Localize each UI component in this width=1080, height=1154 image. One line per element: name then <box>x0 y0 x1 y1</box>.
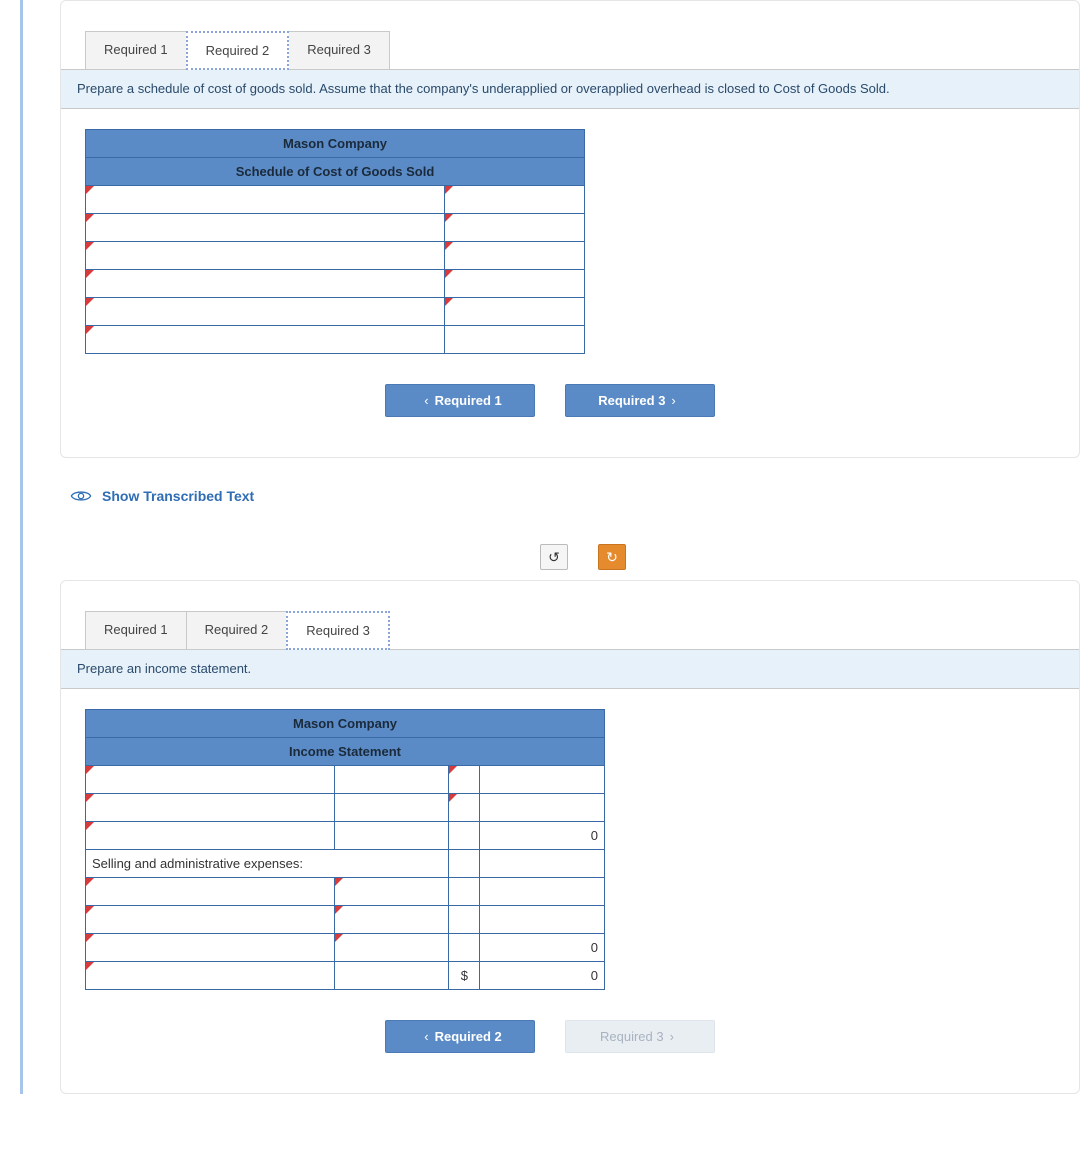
chevron-left-icon: ‹ <box>418 1029 434 1044</box>
nav-row-2: ‹Required 2 Required 3› <box>85 1020 1079 1053</box>
income-sym-cell[interactable] <box>449 794 480 822</box>
income-value-cell[interactable] <box>480 906 605 934</box>
income-value-cell[interactable] <box>480 766 605 794</box>
income-label-cell[interactable] <box>86 822 335 850</box>
eye-icon <box>70 489 92 503</box>
expenses-label: Selling and administrative expenses: <box>86 850 449 878</box>
income-table: Mason Company Income Statement 0 Selling… <box>85 709 605 990</box>
cogs-label-cell[interactable] <box>86 270 445 298</box>
panel-required-2: Required 1 Required 2 Required 3 Prepare… <box>60 0 1080 458</box>
income-mid-cell[interactable] <box>335 822 449 850</box>
transcribed-text-row: Show Transcribed Text <box>70 488 1080 504</box>
income-label-cell[interactable] <box>86 906 335 934</box>
next-button[interactable]: Required 3› <box>565 384 715 417</box>
income-label-cell[interactable] <box>86 962 335 990</box>
currency-symbol: $ <box>449 962 480 990</box>
redo-button[interactable]: ↻ <box>598 544 626 570</box>
cogs-value-cell[interactable] <box>445 242 585 270</box>
income-value-cell[interactable] <box>480 794 605 822</box>
chevron-right-icon: › <box>665 393 681 408</box>
panel-required-3: Required 1 Required 2 Required 3 Prepare… <box>60 580 1080 1094</box>
statement-header: Income Statement <box>86 738 605 766</box>
undo-icon: ↺ <box>548 549 560 566</box>
cogs-value-cell[interactable] <box>445 326 585 354</box>
prev-button[interactable]: ‹Required 1 <box>385 384 535 417</box>
income-value-cell[interactable] <box>480 878 605 906</box>
cogs-value-cell[interactable] <box>445 298 585 326</box>
income-label-cell[interactable] <box>86 794 335 822</box>
income-value-cell[interactable] <box>480 850 605 878</box>
tab-required-2[interactable]: Required 2 <box>186 31 290 70</box>
cogs-label-cell[interactable] <box>86 242 445 270</box>
cogs-label-cell[interactable] <box>86 214 445 242</box>
tab-required-2[interactable]: Required 2 <box>186 611 288 650</box>
income-value-cell[interactable]: 0 <box>480 822 605 850</box>
cogs-value-cell[interactable] <box>445 214 585 242</box>
next-button-disabled: Required 3› <box>565 1020 715 1053</box>
income-total-cell[interactable]: 0 <box>480 962 605 990</box>
tab-required-3[interactable]: Required 3 <box>286 611 390 650</box>
nav-row-1: ‹Required 1 Required 3› <box>85 384 1079 417</box>
chevron-right-icon: › <box>664 1029 680 1044</box>
income-sym-cell <box>449 906 480 934</box>
prev-button[interactable]: ‹Required 2 <box>385 1020 535 1053</box>
income-mid-cell[interactable] <box>335 934 449 962</box>
tab-row-1: Required 1 Required 2 Required 3 <box>85 31 1079 70</box>
income-mid-cell[interactable] <box>335 878 449 906</box>
chevron-left-icon: ‹ <box>418 393 434 408</box>
instruction-text-1: Prepare a schedule of cost of goods sold… <box>61 69 1079 109</box>
redo-icon: ↻ <box>606 549 618 566</box>
tab-required-1[interactable]: Required 1 <box>85 31 187 70</box>
income-sym-cell <box>449 850 480 878</box>
cogs-label-cell[interactable] <box>86 298 445 326</box>
schedule-header: Schedule of Cost of Goods Sold <box>86 158 585 186</box>
cogs-value-cell[interactable] <box>445 186 585 214</box>
company-header: Mason Company <box>86 710 605 738</box>
tab-row-2: Required 1 Required 2 Required 3 <box>85 611 1079 650</box>
income-mid-cell[interactable] <box>335 794 449 822</box>
income-value-cell[interactable]: 0 <box>480 934 605 962</box>
undo-button[interactable]: ↺ <box>540 544 568 570</box>
income-sym-cell <box>449 934 480 962</box>
cogs-label-cell[interactable] <box>86 186 445 214</box>
income-sym-cell <box>449 878 480 906</box>
cogs-table: Mason Company Schedule of Cost of Goods … <box>85 129 585 354</box>
cogs-label-cell[interactable] <box>86 326 445 354</box>
income-label-cell[interactable] <box>86 766 335 794</box>
tab-required-3[interactable]: Required 3 <box>288 31 390 70</box>
cogs-value-cell[interactable] <box>445 270 585 298</box>
income-label-cell[interactable] <box>86 934 335 962</box>
income-sym-cell <box>449 822 480 850</box>
instruction-text-2: Prepare an income statement. <box>61 649 1079 689</box>
company-header: Mason Company <box>86 130 585 158</box>
tab-required-1[interactable]: Required 1 <box>85 611 187 650</box>
refresh-button-row: ↺ ↻ <box>540 544 1080 570</box>
income-mid-cell[interactable] <box>335 962 449 990</box>
income-sym-cell[interactable] <box>449 766 480 794</box>
income-mid-cell[interactable] <box>335 766 449 794</box>
income-label-cell[interactable] <box>86 878 335 906</box>
show-transcribed-link[interactable]: Show Transcribed Text <box>102 488 254 504</box>
income-mid-cell[interactable] <box>335 906 449 934</box>
